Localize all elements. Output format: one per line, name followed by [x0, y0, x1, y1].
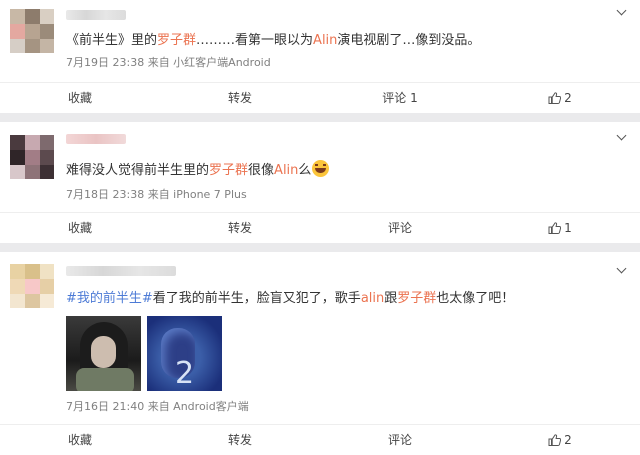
mention-highlight: alin: [360, 291, 385, 306]
laughing-tears-emoji-icon: [312, 160, 330, 177]
action-bar: 收藏 转发 评论 1: [0, 212, 640, 242]
username-blurred[interactable]: [66, 10, 126, 20]
text-part: 演电视剧了…像到没品。: [337, 33, 481, 48]
like-button[interactable]: 1: [480, 213, 640, 242]
repost-button[interactable]: 转发: [160, 213, 320, 242]
poster-number: 2: [175, 356, 195, 391]
username-blurred[interactable]: [66, 266, 176, 276]
post-text: #我的前半生#看了我的前半生，脸盲又犯了，歌手alin跟罗子群也太像了吧！: [66, 290, 514, 308]
repost-label: 转发: [227, 91, 252, 105]
text-part: 《前半生》里的: [66, 33, 158, 48]
favorite-button[interactable]: 收藏: [0, 213, 160, 242]
favorite-button[interactable]: 收藏: [0, 83, 160, 112]
mention-highlight: 罗子群: [157, 33, 197, 48]
thumbs-up-icon: [548, 221, 562, 234]
text-part: ………看第一眼以为: [196, 33, 314, 48]
comment-label: 评论: [387, 433, 412, 447]
thumbs-up-icon: [548, 433, 562, 446]
like-button[interactable]: 2: [480, 425, 640, 454]
weibo-feed: 《前半生》里的罗子群………看第一眼以为Alin演电视剧了…像到没品。 7月19日…: [0, 0, 640, 455]
favorite-label: 收藏: [67, 221, 92, 235]
avatar[interactable]: [10, 264, 54, 308]
chevron-down-icon[interactable]: [616, 131, 628, 143]
mention-highlight: 罗子群: [397, 291, 437, 306]
avatar[interactable]: [10, 135, 54, 179]
avatar[interactable]: [10, 9, 54, 53]
repost-label: 转发: [227, 433, 252, 447]
comment-button[interactable]: 评论: [320, 213, 480, 242]
text-part: 跟: [384, 291, 398, 306]
action-bar: 收藏 转发 评论 2: [0, 424, 640, 454]
post-meta[interactable]: 7月19日 23:38 来自 小红客户端Android: [66, 54, 271, 70]
post-text: 难得没人觉得前半生里的罗子群很像Alin么: [66, 160, 330, 180]
photo-woman-blue-poster[interactable]: 2: [147, 316, 222, 391]
like-count: 2: [564, 432, 572, 447]
like-count: 1: [564, 220, 572, 235]
text-part: 么: [298, 163, 312, 178]
mention-highlight: 罗子群: [209, 163, 249, 178]
action-bar: 收藏 转发 评论 1 2: [0, 82, 640, 112]
chevron-down-icon[interactable]: [616, 6, 628, 18]
mention-highlight: Alin: [274, 163, 299, 178]
post-card-2: 难得没人觉得前半生里的罗子群很像Alin么 7月18日 23:38 来自 iPh…: [0, 122, 640, 243]
post-card-3: #我的前半生#看了我的前半生，脸盲又犯了，歌手alin跟罗子群也太像了吧！ 2 …: [0, 252, 640, 455]
post-meta[interactable]: 7月18日 23:38 来自 iPhone 7 Plus: [66, 186, 247, 202]
favorite-label: 收藏: [67, 433, 92, 447]
text-part: 看了我的前半生，脸盲又犯了，歌手: [152, 291, 361, 306]
thumbs-up-icon: [548, 91, 562, 104]
text-part: 很像: [248, 163, 275, 178]
repost-button[interactable]: 转发: [160, 425, 320, 454]
post-card-1: 《前半生》里的罗子群………看第一眼以为Alin演电视剧了…像到没品。 7月19日…: [0, 0, 640, 113]
comment-button[interactable]: 评论 1: [320, 83, 480, 112]
chevron-down-icon[interactable]: [616, 264, 628, 276]
text-part: 也太像了吧！: [436, 291, 515, 306]
like-count: 2: [564, 90, 572, 105]
image-thumbnails: 2: [66, 316, 222, 391]
username-blurred[interactable]: [66, 134, 126, 144]
repost-label: 转发: [227, 221, 252, 235]
post-meta[interactable]: 7月16日 21:40 来自 Android客户端: [66, 398, 249, 414]
favorite-label: 收藏: [67, 91, 92, 105]
topic-hashtag-link[interactable]: #我的前半生#: [66, 291, 153, 306]
comment-label: 评论: [387, 221, 412, 235]
mention-highlight: Alin: [313, 33, 338, 48]
like-button[interactable]: 2: [480, 83, 640, 112]
favorite-button[interactable]: 收藏: [0, 425, 160, 454]
comment-button[interactable]: 评论: [320, 425, 480, 454]
text-part: 难得没人觉得前半生里的: [66, 163, 210, 178]
photo-woman-long-hair[interactable]: [66, 316, 141, 391]
comment-label: 评论 1: [382, 91, 418, 105]
repost-button[interactable]: 转发: [160, 83, 320, 112]
post-text: 《前半生》里的罗子群………看第一眼以为Alin演电视剧了…像到没品。: [66, 32, 480, 50]
